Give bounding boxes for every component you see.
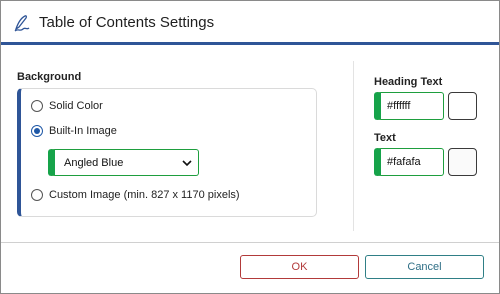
radio-solid-color[interactable]: Solid Color [31,100,103,112]
built-in-image-select[interactable]: Angled Blue [48,149,199,176]
vertical-divider [353,61,354,231]
radio-button[interactable] [31,100,43,112]
dialog-title: Table of Contents Settings [39,14,215,31]
footer-divider [1,242,499,243]
cancel-button[interactable]: Cancel [365,255,484,279]
chevron-down-icon [182,160,192,167]
heading-color-input[interactable]: #ffffff [374,92,444,120]
radio-built-in-image[interactable]: Built-In Image [31,125,117,137]
settings-dialog: Table of Contents Settings Background So… [0,0,500,294]
heading-text-label: Heading Text [374,76,443,88]
text-color-swatch[interactable] [448,148,477,176]
text-color-input[interactable]: #fafafa [374,148,444,176]
radio-custom-image[interactable]: Custom Image (min. 827 x 1170 pixels) [31,189,240,201]
signature-pen-icon [14,15,30,32]
title-bar: Table of Contents Settings [1,1,499,45]
heading-color-swatch[interactable] [448,92,477,120]
ok-button[interactable]: OK [240,255,359,279]
radio-label: Built-In Image [49,125,117,137]
background-label: Background [17,71,82,83]
radio-button-checked[interactable] [31,125,43,137]
select-value: Angled Blue [64,156,124,169]
radio-label: Custom Image (min. 827 x 1170 pixels) [49,189,240,201]
radio-label: Solid Color [49,100,103,112]
radio-button[interactable] [31,189,43,201]
text-color-label: Text [374,132,396,144]
